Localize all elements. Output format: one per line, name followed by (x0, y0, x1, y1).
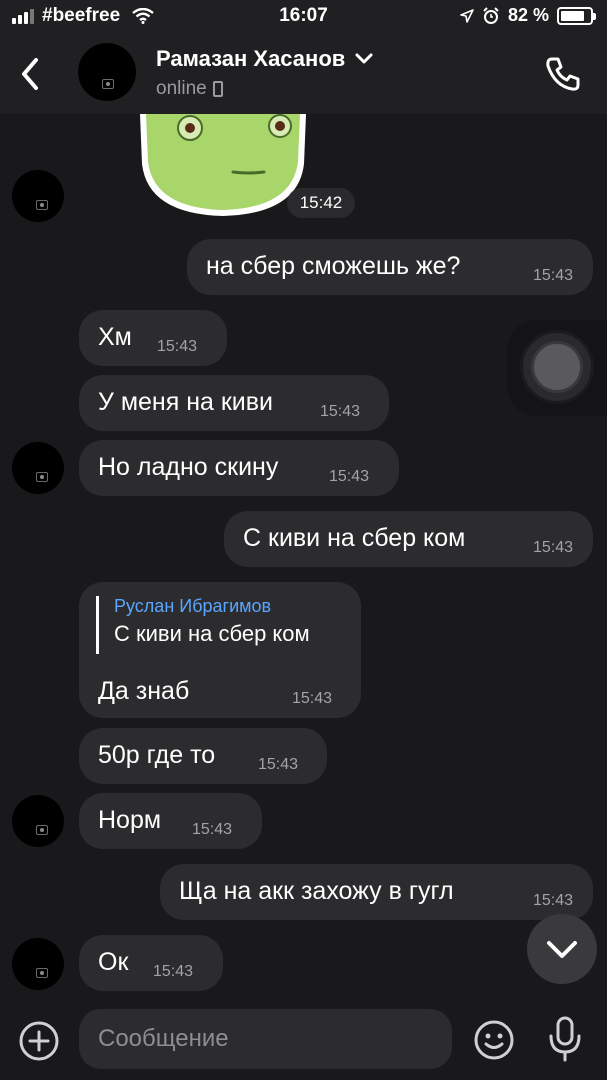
avatar-badge (36, 200, 48, 210)
record-dot-icon (531, 341, 583, 393)
message-outgoing[interactable]: Ща на акк захожу в гугл 15:43 (160, 864, 593, 920)
message-text: Хм (98, 323, 132, 351)
message-text: Норм (98, 806, 162, 834)
message-time: 15:43 (292, 690, 333, 707)
message-text: Да знаб (98, 677, 190, 705)
message-time: 15:43 (157, 338, 198, 355)
message-time: 15:43 (320, 403, 361, 420)
avatar-badge (36, 472, 48, 482)
message-outgoing[interactable]: С киви на сбер ком 15:43 (224, 511, 593, 567)
device-icon (212, 81, 223, 97)
message-incoming[interactable]: У меня на киви 15:43 (79, 375, 389, 431)
avatar-badge (102, 79, 114, 89)
chevron-down-icon (547, 941, 577, 958)
message-text: Ок (98, 948, 129, 976)
message-incoming[interactable]: 50р где то 15:43 (79, 728, 327, 784)
message-time: 15:43 (192, 821, 233, 838)
reply-text: С киви на сбер ком (114, 621, 310, 646)
message-time: 15:43 (532, 892, 573, 909)
message-text: Ща на акк захожу в гугл (179, 877, 454, 905)
message-text: на сбер сможешь же? (206, 252, 461, 280)
message-list[interactable]: 15:42 на сбер сможешь же? 15:43 Хм 15:43… (0, 114, 607, 1000)
contact-status: online (156, 78, 223, 100)
message-incoming[interactable]: Норм 15:43 (79, 793, 262, 849)
avatar[interactable] (12, 938, 64, 990)
contact-name-row[interactable]: Рамазан Хасанов (156, 46, 373, 72)
contact-name: Рамазан Хасанов (156, 46, 346, 71)
message-time: 15:43 (329, 468, 370, 485)
message-incoming-reply[interactable]: Руслан Ибрагимов С киви на сбер ком Да з… (79, 582, 361, 718)
message-time: 15:43 (532, 267, 573, 284)
plus-circle-icon[interactable] (18, 1020, 60, 1062)
message-incoming[interactable]: Ок 15:43 (79, 935, 223, 991)
message-incoming[interactable]: Но ладно скину 15:43 (79, 440, 399, 496)
message-time: 15:43 (153, 963, 194, 980)
message-time: 15:43 (532, 539, 573, 556)
chevron-left-icon[interactable] (14, 54, 48, 94)
reply-quote[interactable]: Руслан Ибрагимов С киви на сбер ком (96, 596, 310, 654)
location-icon (460, 8, 474, 23)
message-outgoing[interactable]: на сбер сможешь же? 15:43 (187, 239, 593, 295)
sticker-time: 15:42 (287, 188, 355, 218)
alarm-icon (483, 6, 499, 24)
message-incoming[interactable]: Хм 15:43 (79, 310, 227, 366)
status-bar: #beefree 16:07 82 % (0, 0, 607, 34)
avatar[interactable] (12, 442, 64, 494)
message-text: С киви на сбер ком (243, 524, 466, 552)
message-text: Но ладно скину (98, 453, 279, 481)
avatar[interactable] (12, 170, 64, 222)
battery-fill (561, 10, 584, 21)
smile-icon[interactable] (472, 1018, 516, 1062)
chat-header: Рамазан Хасанов online (0, 34, 607, 114)
message-time: 15:43 (258, 756, 299, 773)
scroll-down-button[interactable] (527, 914, 597, 984)
reply-author: Руслан Ибрагимов (114, 596, 272, 616)
sticker[interactable] (138, 114, 308, 218)
avatar-badge (36, 968, 48, 978)
message-text: У меня на киви (98, 388, 274, 416)
avatar[interactable] (78, 43, 136, 101)
avatar[interactable] (12, 795, 64, 847)
battery-percent: 82 % (507, 5, 549, 25)
message-text: 50р где то (98, 741, 216, 769)
microphone-icon[interactable] (545, 1014, 585, 1064)
chevron-down-icon (355, 53, 373, 64)
composer (0, 1000, 607, 1080)
status-bar-right: 82 % (460, 5, 596, 26)
battery-icon (557, 6, 596, 25)
message-input[interactable] (79, 1009, 452, 1069)
phone-icon[interactable] (543, 54, 583, 94)
status-text: online (156, 78, 207, 99)
avatar-badge (36, 825, 48, 835)
